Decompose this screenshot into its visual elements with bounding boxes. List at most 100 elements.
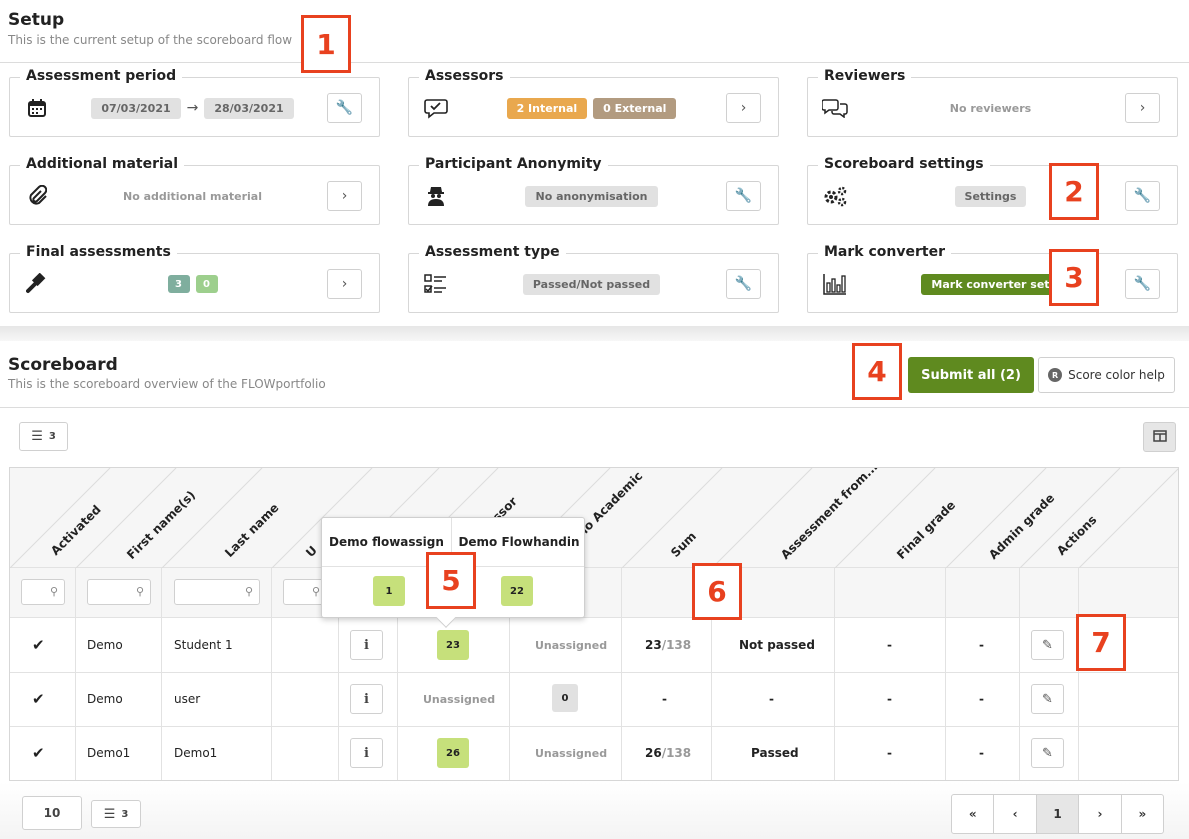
list-icon: ☰: [31, 429, 43, 444]
unassigned-label: Unassigned: [535, 746, 608, 760]
edit-settings-button[interactable]: 🔧: [1125, 181, 1160, 211]
grid-line: [1078, 568, 1079, 780]
gears-icon: [822, 184, 848, 208]
pencil-icon: ✎: [1031, 684, 1064, 714]
popover-score-1: 1: [373, 576, 405, 606]
callout-4: 4: [852, 343, 902, 400]
page-size-select[interactable]: 10: [22, 796, 82, 830]
calendar-icon: [24, 96, 50, 120]
scoreboard-subtitle: This is the scoreboard overview of the F…: [8, 377, 326, 391]
score-box: 23: [437, 630, 469, 660]
column-list-button[interactable]: ☰ 3: [19, 422, 68, 451]
row3-score[interactable]: 26: [437, 738, 469, 768]
card-title: Participant Anonymity: [419, 156, 608, 172]
row2-info-button[interactable]: i: [350, 684, 383, 714]
card-assessors: Assessors 2 Internal 0 External ›: [408, 68, 779, 137]
row1-edit-button[interactable]: ✎: [1031, 630, 1064, 660]
footer-column-list-button[interactable]: ☰ 3: [91, 800, 141, 828]
internal-badge: 2 Internal: [506, 97, 588, 119]
list-icon: ☰: [103, 806, 116, 822]
search-icon: ⚲: [135, 585, 144, 598]
wrench-icon: 🔧: [335, 100, 354, 116]
table-header: Activated First name(s) Last name U d es…: [10, 468, 1178, 568]
external-badge: 0 External: [593, 97, 677, 119]
setup-divider: [0, 62, 1189, 63]
row3-edit-button[interactable]: ✎: [1031, 738, 1064, 768]
filter-last-name-input[interactable]: ⚲: [174, 579, 260, 605]
chevron-right-icon: ›: [740, 100, 747, 116]
page-1-button[interactable]: 1: [1036, 795, 1080, 833]
last-page-button[interactable]: »: [1122, 795, 1163, 833]
period-start: 07/03/2021: [91, 97, 181, 119]
row1-score[interactable]: 23: [437, 630, 469, 660]
card-title: Assessment period: [20, 68, 183, 84]
row2-last-name: user: [174, 692, 201, 706]
chat-bubbles-icon: [822, 96, 848, 120]
filter-activated-input[interactable]: ⚲: [21, 579, 65, 605]
info-icon: i: [350, 630, 383, 660]
row2-assessor2[interactable]: 0: [552, 684, 578, 712]
grid-line: [75, 568, 76, 780]
anonymity-status: No anonymisation: [469, 184, 714, 208]
submit-all-button[interactable]: Submit all (2): [908, 357, 1034, 393]
sum-total: /138: [661, 746, 692, 760]
edit-anonymity-button[interactable]: 🔧: [726, 181, 761, 211]
open-final-assessments-button[interactable]: ›: [327, 269, 362, 299]
row3-last-name: Demo1: [174, 746, 218, 760]
spy-icon: [423, 184, 449, 208]
row2-activated-check: ✔: [32, 690, 45, 708]
zero-score-box: 0: [552, 684, 578, 712]
pencil-icon: ✎: [1031, 738, 1064, 768]
callout-7: 7: [1076, 614, 1126, 671]
pagination: « ‹ 1 › »: [951, 794, 1164, 834]
chevron-right-icon: ›: [1139, 100, 1146, 116]
period-end: 28/03/2021: [204, 97, 294, 119]
footer-list-count: 3: [121, 808, 129, 820]
row2-sum: -: [662, 684, 667, 714]
row2-admin-grade: -: [979, 692, 984, 706]
card-title: Assessors: [419, 68, 510, 84]
layout-toggle-button[interactable]: [1143, 422, 1176, 452]
card-title: Scoreboard settings: [818, 156, 990, 172]
grid-line: [945, 568, 946, 780]
chevron-right-icon: ›: [341, 188, 348, 204]
first-page-button[interactable]: «: [952, 795, 995, 833]
grid-line: [834, 568, 835, 780]
grid-line: [1019, 568, 1020, 780]
scoreboard-divider: [0, 407, 1189, 408]
row1-admin-grade: -: [979, 638, 984, 652]
card-scoreboard-settings: Scoreboard settings Settings 🔧: [807, 156, 1178, 225]
filter-first-name-input[interactable]: ⚲: [87, 579, 151, 605]
arrow-right-icon: →: [186, 100, 199, 116]
row3-info-button[interactable]: i: [350, 738, 383, 768]
material-text: No additional material: [123, 189, 262, 203]
row3-final-grade: -: [887, 746, 892, 760]
next-page-button[interactable]: ›: [1079, 795, 1122, 833]
score-color-help-button[interactable]: R Score color help: [1038, 357, 1175, 393]
wrench-icon: 🔧: [734, 188, 753, 204]
prev-page-button[interactable]: ‹: [994, 795, 1037, 833]
setup-subtitle: This is the current setup of the scorebo…: [8, 33, 293, 47]
bar-chart-icon: [822, 272, 848, 296]
open-material-button[interactable]: ›: [327, 181, 362, 211]
card-assessment-period: Assessment period 07/03/2021 → 28/03/202…: [9, 68, 380, 137]
edit-period-button[interactable]: 🔧: [327, 93, 362, 123]
edit-assessment-type-button[interactable]: 🔧: [726, 269, 761, 299]
assessment-type-status: Passed/Not passed: [469, 272, 714, 296]
open-assessors-button[interactable]: ›: [726, 93, 761, 123]
row3-assessment: Passed: [751, 746, 799, 760]
score-box: 26: [437, 738, 469, 768]
setup-title: Setup: [8, 10, 65, 30]
reviewers-text: No reviewers: [949, 101, 1032, 115]
edit-mark-converter-button[interactable]: 🔧: [1125, 269, 1160, 299]
wrench-icon: 🔧: [1133, 276, 1152, 292]
row1-info-button[interactable]: i: [350, 630, 383, 660]
callout-3: 3: [1049, 249, 1099, 306]
grid-line: [621, 568, 622, 780]
row2-edit-button[interactable]: ✎: [1031, 684, 1064, 714]
open-reviewers-button[interactable]: ›: [1125, 93, 1160, 123]
row1-sum: 23/138: [645, 630, 691, 660]
material-status: No additional material: [70, 184, 315, 208]
sum-value: 26: [645, 746, 662, 760]
search-icon: ⚲: [244, 585, 253, 598]
